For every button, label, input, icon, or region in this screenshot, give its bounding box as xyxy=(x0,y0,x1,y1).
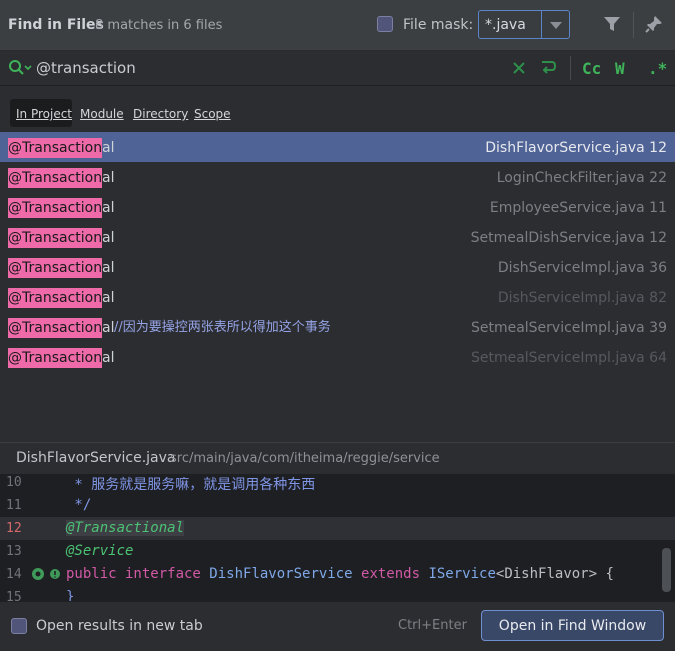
match-rest: al xyxy=(102,260,115,276)
match-rest: al xyxy=(102,200,115,216)
results-list: @Transaction al DishFlavorService.java 1… xyxy=(0,132,675,442)
open-in-find-window-button[interactable]: Open in Find Window xyxy=(481,610,664,641)
file-mask-label: File mask: xyxy=(403,17,474,33)
match-rest: al xyxy=(102,170,115,186)
new-tab-checkbox[interactable] xyxy=(11,618,27,634)
file-mask-value: *.java xyxy=(485,17,526,33)
preview-scrollbar[interactable] xyxy=(662,548,671,592)
result-row[interactable]: @Transaction al SetmealServiceImpl.java … xyxy=(0,342,675,372)
match-highlight: @Transaction xyxy=(8,168,103,188)
result-file: DishServiceImpl.java 36 xyxy=(497,260,667,276)
options-divider xyxy=(570,56,571,80)
implemented-gutter-icon[interactable] xyxy=(30,566,60,582)
result-file: DishFlavorService.java 12 xyxy=(485,140,667,156)
line-number: 14 xyxy=(6,567,22,582)
result-row[interactable]: @Transaction al EmployeeService.java 11 xyxy=(0,192,675,222)
code-line: */ xyxy=(66,497,92,513)
new-tab-label: Open results in new tab xyxy=(36,618,203,634)
match-rest: al xyxy=(102,140,115,156)
dialog-title: Find in Files xyxy=(8,17,104,33)
match-case-toggle[interactable]: Cc xyxy=(582,59,601,78)
code-line: public interface DishFlavorService exten… xyxy=(66,566,614,582)
tab-module[interactable]: Module xyxy=(80,107,124,121)
file-mask-checkbox[interactable] xyxy=(377,16,393,32)
result-row[interactable]: @Transaction al SetmealDishService.java … xyxy=(0,222,675,252)
search-input[interactable] xyxy=(36,57,396,79)
match-highlight: @Transaction xyxy=(8,258,103,278)
pin-icon[interactable] xyxy=(644,14,664,34)
result-file: LoginCheckFilter.java 22 xyxy=(496,170,667,186)
line-number: 13 xyxy=(6,544,22,559)
result-row[interactable]: @Transaction al DishServiceImpl.java 36 xyxy=(0,252,675,282)
filter-icon[interactable] xyxy=(603,15,621,33)
line-number: 10 xyxy=(6,475,22,490)
match-highlight: @Transaction xyxy=(8,318,103,338)
match-count: 8 matches in 6 files xyxy=(95,18,223,33)
result-row[interactable]: @Transaction al DishServiceImpl.java 82 xyxy=(0,282,675,312)
match-highlight: @Transaction xyxy=(8,288,103,308)
combo-divider xyxy=(541,11,542,38)
match-rest: al xyxy=(102,290,115,306)
header-divider xyxy=(633,12,634,38)
result-file: SetmealServiceImpl.java 64 xyxy=(470,350,667,366)
search-icon[interactable] xyxy=(8,59,32,77)
result-row[interactable]: @Transaction al DishFlavorService.java 1… xyxy=(0,132,675,162)
result-file: SetmealServiceImpl.java 39 xyxy=(470,320,667,336)
match-highlight: @Transaction xyxy=(8,348,103,368)
clear-icon[interactable] xyxy=(513,62,525,74)
tab-scope[interactable]: Scope xyxy=(194,107,231,121)
file-mask-combo[interactable]: *.java xyxy=(478,10,570,39)
line-number: 12 xyxy=(6,521,22,536)
result-file: SetmealDishService.java 12 xyxy=(470,230,667,246)
preview-file-name: DishFlavorService.java xyxy=(16,450,176,466)
whole-words-toggle[interactable]: W xyxy=(615,59,625,78)
tab-in-project[interactable]: In Project xyxy=(16,107,72,121)
match-comment: //因为要操控两张表所以得加这个事务 xyxy=(114,320,331,335)
result-row[interactable]: @Transaction al LoginCheckFilter.java 22 xyxy=(0,162,675,192)
result-row[interactable]: @Transaction al //因为要操控两张表所以得加这个事务 Setme… xyxy=(0,312,675,342)
chevron-down-icon[interactable] xyxy=(550,22,562,29)
line-number: 11 xyxy=(6,498,22,513)
shortcut-hint: Ctrl+Enter xyxy=(398,618,467,633)
match-highlight: @Transaction xyxy=(8,138,103,158)
match-highlight: @Transaction xyxy=(8,228,103,248)
code-line: * 服务就是服务嘛，就是调用各种东西 xyxy=(66,477,316,493)
match-rest: al xyxy=(102,230,115,246)
code-line: @Transactional xyxy=(66,520,185,536)
result-file: EmployeeService.java 11 xyxy=(489,200,667,216)
tab-directory[interactable]: Directory xyxy=(133,107,188,121)
result-file: DishServiceImpl.java 82 xyxy=(497,290,667,306)
code-line: @Service xyxy=(66,543,134,559)
regex-toggle[interactable]: .* xyxy=(648,59,667,78)
preview-file-path: src/main/java/com/itheima/reggie/service xyxy=(170,451,440,466)
match-rest: al xyxy=(102,320,115,336)
match-rest: al xyxy=(102,350,115,366)
match-highlight: @Transaction xyxy=(8,198,103,218)
replace-icon[interactable] xyxy=(539,59,557,77)
